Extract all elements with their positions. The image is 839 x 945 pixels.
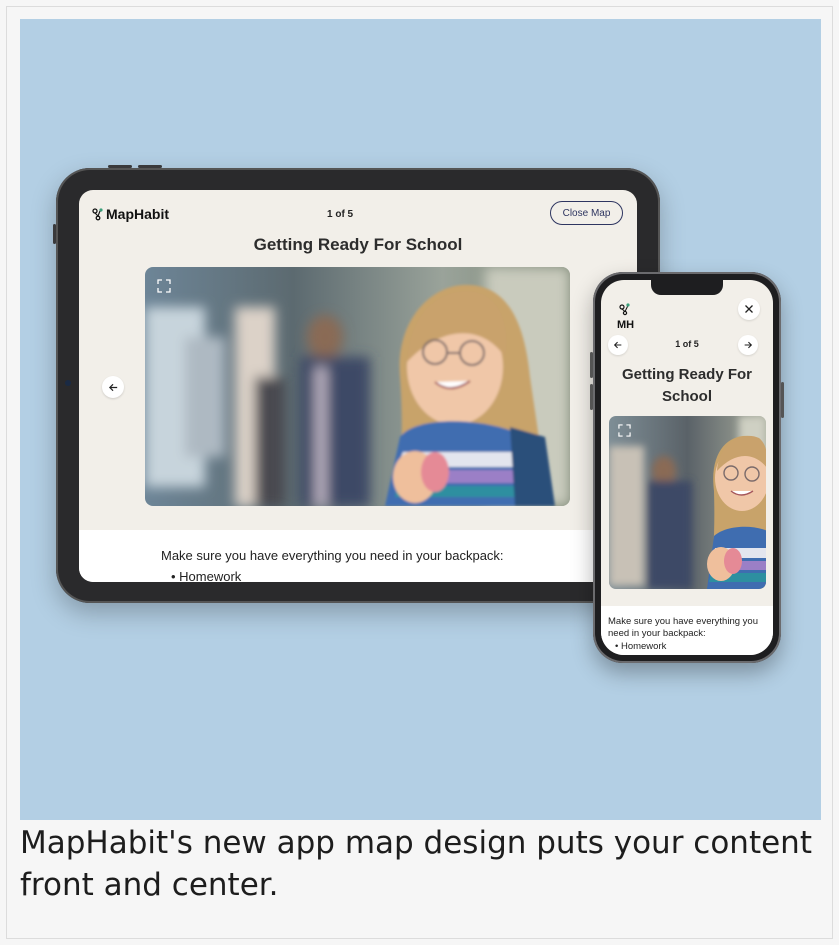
tablet-volume-button (108, 165, 132, 168)
tablet-side-button (53, 224, 56, 244)
map-title: Getting Ready For School (253, 235, 463, 254)
tablet-device: MapHabit 1 of 5 Close Map Getting Ready … (53, 165, 660, 603)
list-item: • Homework (171, 569, 242, 582)
maphabit-logo-icon (619, 303, 630, 316)
phone-side-button (781, 382, 784, 418)
phone-device: MH 1 of 5 Getting Ready For School Make … (590, 272, 784, 663)
step-instruction: Make sure you have everything you need i… (161, 548, 504, 563)
figure-caption: MapHabit's new app map design puts your … (20, 825, 812, 903)
list-item: • Homework (615, 641, 667, 652)
arrow-left-icon (108, 383, 117, 391)
next-step-button[interactable] (738, 335, 758, 355)
close-map-button[interactable]: Close Map (550, 201, 623, 225)
step-description-panel: Make sure you have everything you need i… (601, 606, 773, 655)
tablet-camera (65, 380, 71, 386)
expand-icon[interactable] (157, 279, 171, 293)
tablet-volume-button (138, 165, 162, 168)
step-photo[interactable] (609, 416, 766, 589)
phone-screen: MH 1 of 5 Getting Ready For School Make … (601, 280, 773, 655)
step-photo[interactable] (145, 267, 570, 506)
mh-logo[interactable]: MH (614, 301, 638, 331)
arrow-right-icon (744, 341, 753, 349)
close-button[interactable] (738, 298, 760, 320)
list-item-label: Homework (620, 641, 667, 652)
step-photo-image (609, 416, 766, 589)
step-description-panel: Make sure you have everything you need i… (79, 530, 637, 582)
step-photo-image (145, 267, 570, 506)
phone-notch (651, 280, 723, 295)
phone-volume-button (590, 384, 593, 410)
step-counter: 1 of 5 (327, 209, 354, 220)
mh-logo-text: MH (617, 319, 635, 331)
tablet-screen: MapHabit 1 of 5 Close Map Getting Ready … (79, 190, 637, 582)
phone-volume-button (590, 352, 593, 378)
maphabit-logo-icon (92, 208, 103, 221)
maphabit-logo[interactable]: MapHabit (92, 206, 169, 222)
close-icon (745, 305, 753, 313)
step-instruction: Make sure you have everything you need i… (608, 616, 758, 639)
map-title: Getting Ready For School (621, 366, 752, 405)
previous-step-button[interactable] (102, 376, 124, 398)
brand-name: MapHabit (106, 206, 169, 222)
list-item-label: Homework (179, 569, 242, 582)
hero-image: MapHabit 1 of 5 Close Map Getting Ready … (20, 19, 821, 820)
expand-icon[interactable] (618, 424, 631, 437)
